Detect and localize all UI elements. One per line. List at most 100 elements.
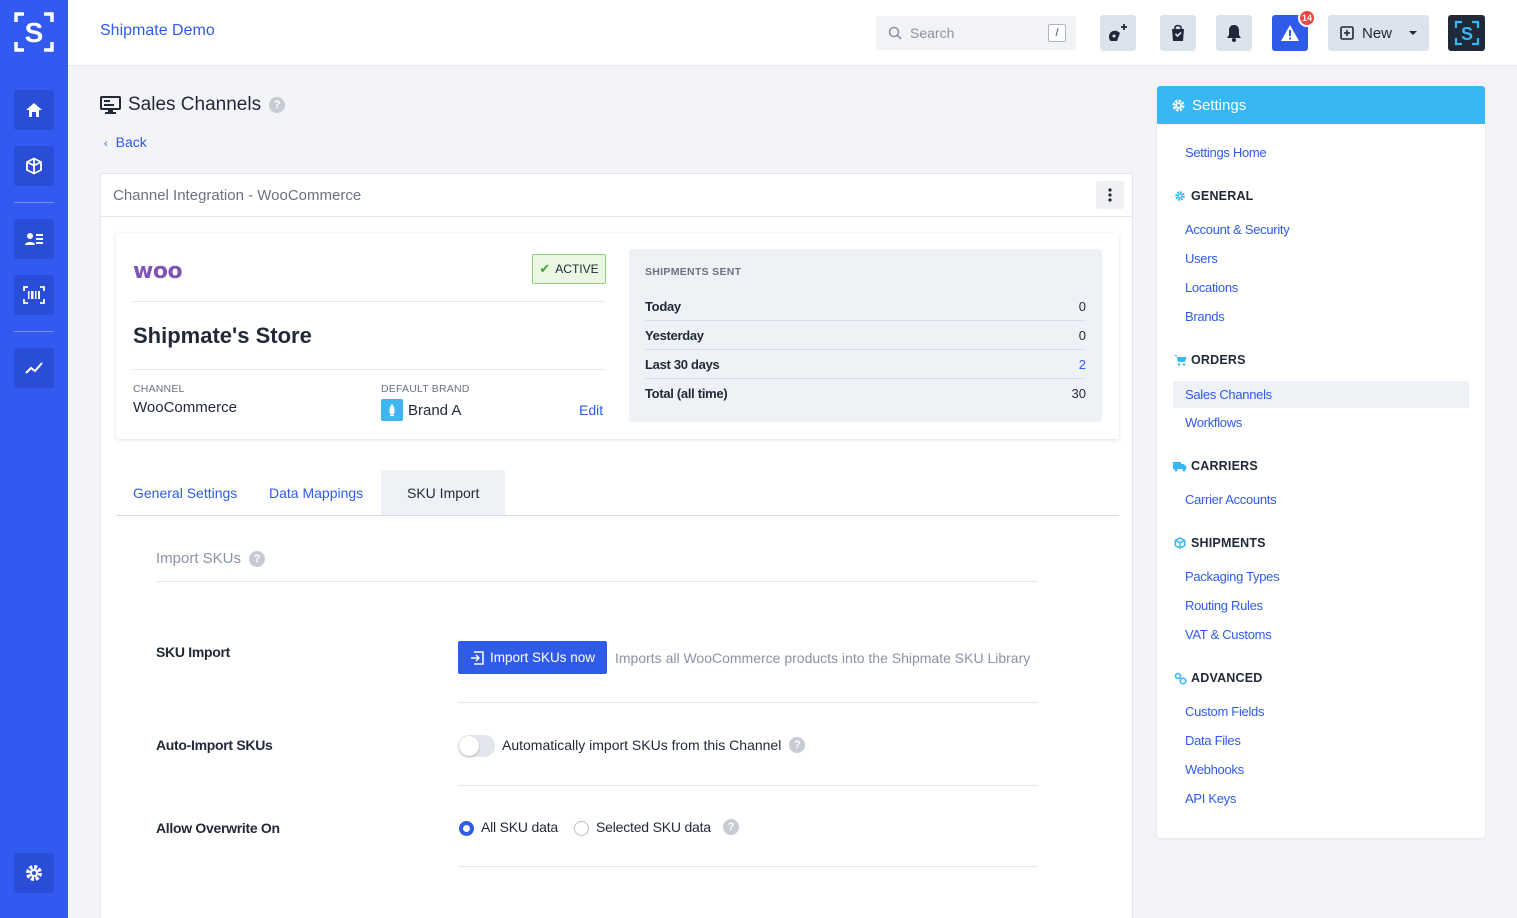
add-feature-button[interactable] xyxy=(1100,15,1136,51)
default-brand-label: DEFAULT BRAND xyxy=(381,383,470,395)
divider xyxy=(133,369,605,370)
nav-barcode-button[interactable] xyxy=(14,275,54,315)
channel-card: Channel Integration - WooCommerce woo ✔ … xyxy=(100,173,1133,918)
store-name: Shipmate's Store xyxy=(133,323,312,348)
help-icon[interactable]: ? xyxy=(249,550,266,567)
stat-row-yesterday: Yesterday 0 xyxy=(645,321,1086,350)
chevron-left-icon: ‹ xyxy=(104,138,108,150)
radio-selected-sku-data[interactable] xyxy=(574,821,589,836)
section-title: Import SKUs ? xyxy=(156,550,266,567)
cart-icon xyxy=(1173,354,1187,366)
stat-label: Today xyxy=(645,298,681,314)
nav-home-button[interactable] xyxy=(14,90,54,130)
stat-value-link[interactable]: 2 xyxy=(1079,357,1086,372)
help-icon[interactable]: ? xyxy=(269,97,286,113)
new-button[interactable]: New xyxy=(1328,15,1429,51)
status-label: ACTIVE xyxy=(555,262,599,276)
box-icon xyxy=(1173,537,1187,549)
page-header: Sales Channels ? xyxy=(100,94,286,116)
settings-link-packaging-types[interactable]: Packaging Types xyxy=(1185,569,1280,584)
channel-card-header: Channel Integration - WooCommerce xyxy=(101,174,1132,217)
account-avatar[interactable]: S xyxy=(1448,15,1485,51)
app-title[interactable]: Shipmate Demo xyxy=(100,22,215,40)
radio-selected-sku-data-wrap: Selected SKU data ? xyxy=(596,819,739,835)
shipments-sent-title: SHIPMENTS SENT xyxy=(645,266,742,278)
search-icon xyxy=(888,26,902,40)
shipments-sent-panel: SHIPMENTS SENT Today 0 Yesterday 0 Last … xyxy=(629,249,1102,422)
shipmate-avatar-icon: S xyxy=(1454,20,1479,46)
help-icon[interactable]: ? xyxy=(722,819,739,835)
orders-button[interactable] xyxy=(1160,15,1196,51)
sidebar: S xyxy=(0,0,68,918)
radio-all-sku-data[interactable] xyxy=(459,821,474,836)
settings-link-routing-rules[interactable]: Routing Rules xyxy=(1185,598,1263,613)
settings-link-sales-channels[interactable]: Sales Channels xyxy=(1173,381,1469,408)
tab-sku-import[interactable]: SKU Import xyxy=(381,470,506,515)
settings-group-title: GENERAL xyxy=(1191,189,1254,203)
divider xyxy=(458,785,1038,786)
auto-import-label: Auto-Import SKUs xyxy=(156,737,273,753)
channel-label: CHANNEL xyxy=(133,383,185,395)
svg-text:S: S xyxy=(1460,24,1472,44)
storefront-icon xyxy=(100,96,121,114)
divider xyxy=(133,301,605,302)
default-brand-value: Brand A xyxy=(408,402,462,419)
auto-import-toggle-label: Automatically import SKUs from this Chan… xyxy=(502,737,782,753)
import-skus-button[interactable]: Import SKUs now xyxy=(458,641,607,674)
stat-value: 0 xyxy=(1078,327,1086,343)
import-icon xyxy=(470,650,484,665)
contacts-icon xyxy=(25,233,43,245)
back-link[interactable]: ‹ Back xyxy=(104,134,147,150)
stat-label: Last 30 days xyxy=(645,356,720,372)
notifications-button[interactable] xyxy=(1216,15,1252,51)
edit-brand-link[interactable]: Edit xyxy=(579,402,603,418)
tab-general-settings[interactable]: General Settings xyxy=(133,470,237,515)
help-icon[interactable]: ? xyxy=(789,737,806,753)
gear-icon xyxy=(1172,99,1185,111)
divider xyxy=(156,581,1038,582)
shipmate-logo-icon[interactable]: S xyxy=(14,12,54,52)
settings-link-carrier-accounts[interactable]: Carrier Accounts xyxy=(1185,492,1277,507)
nav-settings-button[interactable] xyxy=(14,853,54,893)
settings-group-title: ADVANCED xyxy=(1191,671,1263,685)
settings-group-title: ORDERS xyxy=(1191,353,1246,367)
store-summary: woo ✔ ACTIVE Shipmate's Store CHANNEL Wo… xyxy=(116,233,1119,439)
auto-import-toggle[interactable] xyxy=(458,735,495,757)
gear-icon xyxy=(26,865,42,881)
back-label: Back xyxy=(115,134,147,150)
nav-contacts-button[interactable] xyxy=(14,219,54,259)
settings-link-custom-fields[interactable]: Custom Fields xyxy=(1185,704,1264,719)
page-title: Sales Channels xyxy=(128,94,262,115)
settings-link-data-files[interactable]: Data Files xyxy=(1185,733,1241,748)
settings-link-brands[interactable]: Brands xyxy=(1185,309,1225,324)
more-options-button[interactable] xyxy=(1096,181,1124,209)
settings-link-workflows[interactable]: Workflows xyxy=(1185,415,1242,430)
settings-group-advanced: ADVANCED xyxy=(1173,671,1263,685)
settings-link-users[interactable]: Users xyxy=(1185,251,1218,266)
settings-link-api-keys[interactable]: API Keys xyxy=(1185,791,1236,806)
settings-group-orders: ORDERS xyxy=(1173,353,1246,367)
home-icon xyxy=(26,103,42,117)
settings-link-locations[interactable]: Locations xyxy=(1185,280,1238,295)
stat-label: Total (all time) xyxy=(645,386,728,401)
settings-link-vat-customs[interactable]: VAT & Customs xyxy=(1185,627,1272,642)
search-input[interactable] xyxy=(910,25,1040,41)
shopping-bag-icon xyxy=(1172,24,1184,41)
search-box[interactable]: / xyxy=(876,16,1076,50)
alert-count-badge: 14 xyxy=(1298,9,1316,27)
alerts-button[interactable]: 14 xyxy=(1272,9,1316,51)
magic-icon xyxy=(1109,24,1127,41)
nav-analytics-button[interactable] xyxy=(14,348,54,388)
import-description: Imports all WooCommerce products into th… xyxy=(615,650,1031,666)
settings-link-account-security[interactable]: Account & Security xyxy=(1185,222,1290,237)
settings-group-title: CARRIERS xyxy=(1191,459,1258,473)
settings-link-webhooks[interactable]: Webhooks xyxy=(1185,762,1244,777)
chevron-down-icon xyxy=(1409,31,1418,35)
settings-link-home[interactable]: Settings Home xyxy=(1185,145,1267,160)
nav-shipments-button[interactable] xyxy=(14,146,54,186)
stat-label: Yesterday xyxy=(645,327,704,343)
sku-import-label: SKU Import xyxy=(156,644,231,660)
tab-data-mappings[interactable]: Data Mappings xyxy=(269,470,363,515)
settings-group-shipments: SHIPMENTS xyxy=(1173,536,1266,550)
settings-header: Settings xyxy=(1157,86,1485,124)
